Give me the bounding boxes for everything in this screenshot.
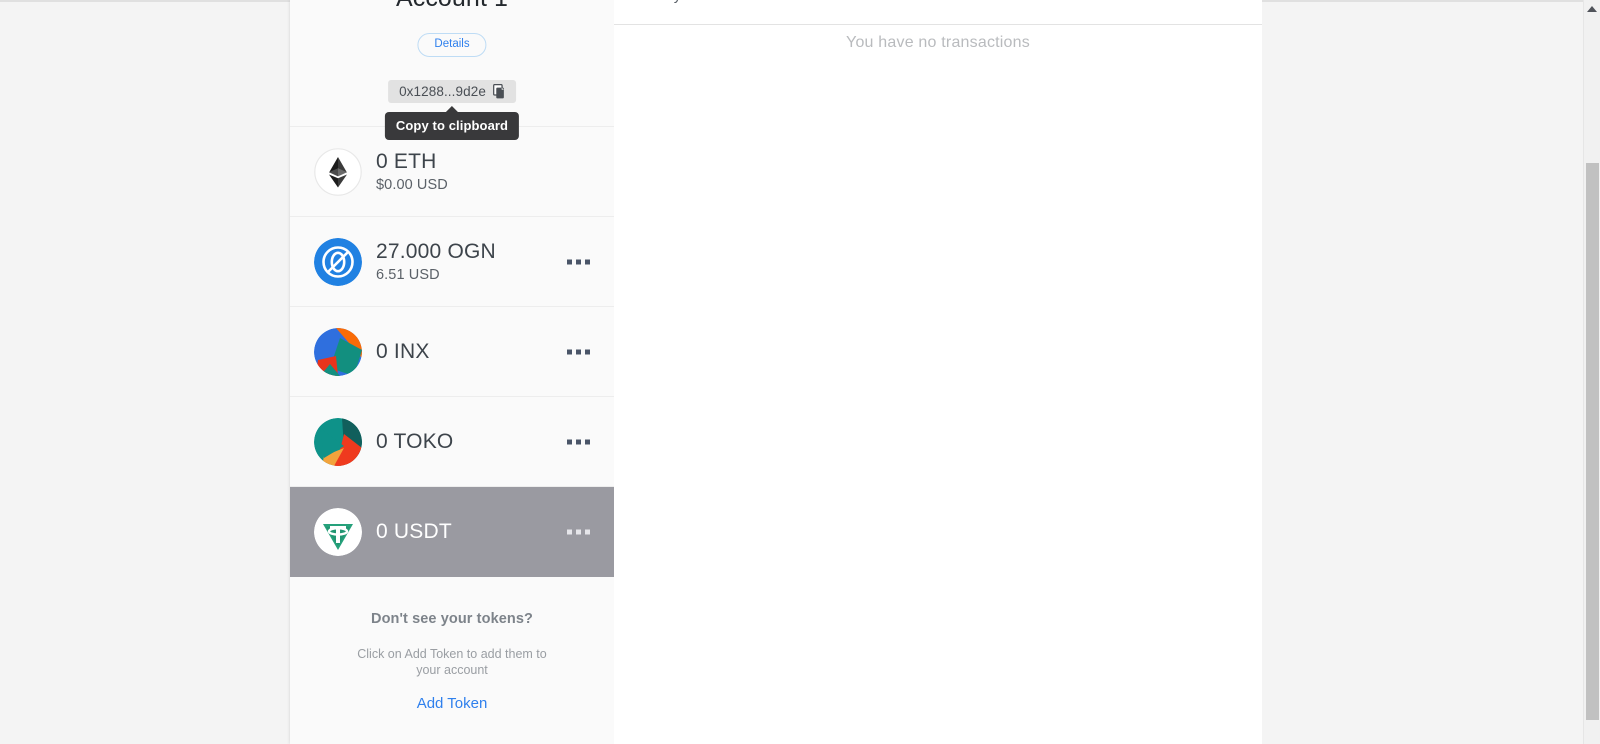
copy-icon[interactable]: [492, 83, 507, 99]
menu-dot: [585, 529, 590, 534]
page-scrollbar[interactable]: [1583, 0, 1600, 744]
menu-dot: [576, 349, 581, 354]
token-row[interactable]: 0 TOKO: [290, 397, 614, 487]
token-amount: 0 USDT: [376, 520, 452, 543]
menu-dot: [585, 349, 590, 354]
add-token-link[interactable]: Add Token: [417, 695, 488, 712]
eth-token-icon: [314, 147, 362, 196]
usdt-token-icon: [314, 507, 362, 556]
scrollbar-thumb[interactable]: [1586, 163, 1599, 720]
history-tab-bar: History: [614, 0, 1262, 25]
menu-dot: [585, 439, 590, 444]
token-amount: 0 ETH: [376, 150, 437, 173]
menu-dot: [567, 349, 572, 354]
history-empty-message: You have no transactions: [846, 34, 1030, 51]
scroll-up-arrow-icon[interactable]: [1584, 0, 1600, 17]
copy-to-clipboard-tooltip: Copy to clipboard: [384, 106, 520, 140]
inx-token-icon: [314, 327, 362, 376]
add-token-section: Don't see your tokens? Click on Add Toke…: [290, 577, 614, 713]
account-details-button[interactable]: Details: [417, 33, 487, 57]
ogn-token-icon: [314, 237, 362, 286]
menu-dot: [585, 259, 590, 264]
token-text: 27.000 OGN 6.51 USD: [376, 239, 496, 284]
account-address-badge[interactable]: 0x1288...9d2e: [388, 80, 516, 103]
menu-dot: [576, 259, 581, 264]
menu-dot: [567, 439, 572, 444]
token-text: 0 INX: [376, 339, 430, 364]
menu-dot: [576, 529, 581, 534]
token-fiat-value: 6.51 USD: [376, 267, 440, 283]
browser-viewport: Account 1 Details 0x1288...9d2e Copy to …: [0, 0, 1600, 744]
account-address-text: 0x1288...9d2e: [399, 84, 486, 99]
token-amount: 0 TOKO: [376, 430, 454, 453]
toko-token-icon: [314, 417, 362, 466]
token-row[interactable]: 27.000 OGN 6.51 USD: [290, 217, 614, 307]
add-token-subtitle: Click on Add Token to add them to your a…: [357, 647, 547, 677]
menu-dot: [576, 439, 581, 444]
token-options-menu-button[interactable]: [565, 253, 592, 270]
token-amount: 0 INX: [376, 340, 430, 363]
token-row[interactable]: 0 INX: [290, 307, 614, 397]
menu-dot: [567, 259, 572, 264]
account-name: Account 1: [290, 0, 614, 13]
token-options-menu-button[interactable]: [565, 343, 592, 360]
wallet-sidebar-panel: Account 1 Details 0x1288...9d2e Copy to …: [290, 0, 614, 744]
add-token-title: Don't see your tokens?: [371, 611, 533, 627]
history-pane: History You have no transactions: [614, 0, 1262, 744]
tab-history[interactable]: History: [634, 0, 681, 4]
token-list: 0 ETH $0.00 USD 27.000 OGN 6.51 USD 0 IN…: [290, 127, 614, 577]
token-text: 0 TOKO: [376, 429, 453, 454]
account-header: Account 1 Details 0x1288...9d2e Copy to …: [290, 0, 614, 140]
token-row[interactable]: 0 ETH $0.00 USD: [290, 127, 614, 217]
token-text: 0 USDT: [376, 519, 452, 544]
token-row[interactable]: 0 USDT: [290, 487, 614, 577]
token-text: 0 ETH $0.00 USD: [376, 149, 448, 194]
token-options-menu-button[interactable]: [565, 433, 592, 450]
token-fiat-value: $0.00 USD: [376, 177, 448, 193]
token-options-menu-button[interactable]: [565, 523, 592, 540]
menu-dot: [567, 529, 572, 534]
token-amount: 27.000 OGN: [376, 240, 496, 263]
